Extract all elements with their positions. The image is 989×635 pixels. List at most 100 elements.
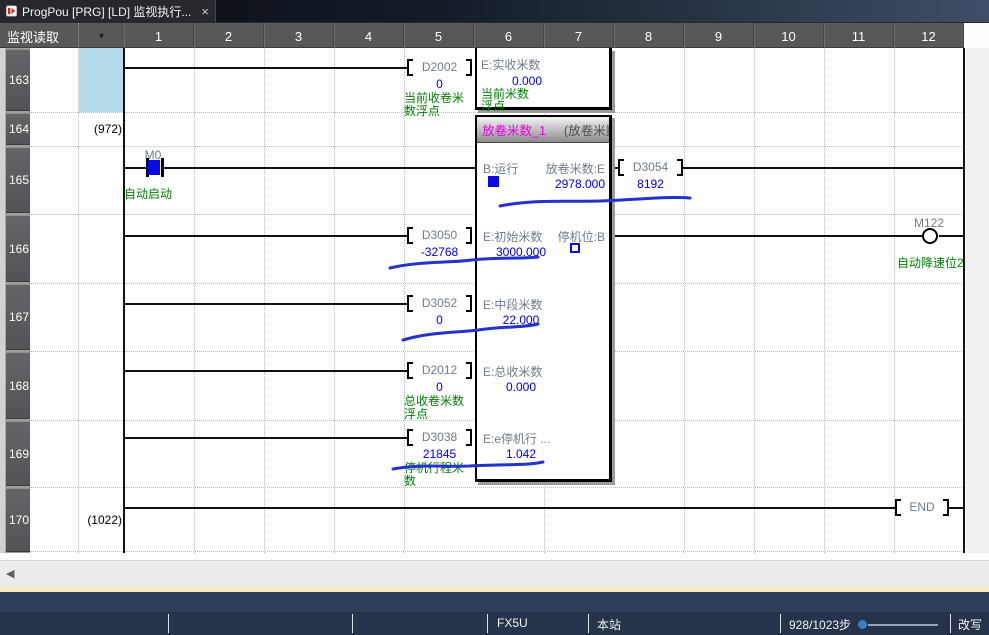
scroll-left-arrow-icon[interactable]: ◀: [6, 567, 14, 580]
status-station: 本站: [597, 616, 621, 633]
grid-column-header: 监视读取 ▾ 1 2 3 4 5 6 7 8 9 10 11 12: [0, 22, 989, 48]
coil-m122[interactable]: [922, 228, 938, 244]
grid-line: [334, 48, 335, 553]
grid-line: [194, 48, 195, 553]
fb-output-stopbit-off-state: [570, 243, 580, 253]
tab-bar: ProgPou [PRG] [LD] 监视执行... ×: [0, 0, 989, 22]
rung-line: [681, 167, 964, 169]
status-plc-type: FX5U: [497, 616, 528, 630]
fb-pin-value[interactable]: 0.000: [481, 74, 573, 88]
function-block-title: 放卷米数_1: [482, 120, 546, 139]
col-header-10: 10: [754, 23, 824, 49]
status-zoom-slider-track[interactable]: [868, 624, 938, 626]
device-label: D3054: [624, 160, 677, 175]
editor-bottom-gap: [0, 553, 989, 560]
row-number-167[interactable]: 167: [6, 284, 30, 350]
col-header-11: 11: [824, 23, 894, 49]
fb-output-stopbit: 停机位:B: [505, 230, 605, 244]
device-label: D3052: [413, 296, 466, 311]
coil-d2012[interactable]: D2012: [407, 362, 472, 379]
step-label-1022: (1022): [30, 488, 122, 552]
monitor-value-d3052[interactable]: 0: [407, 313, 472, 327]
grid-line: [30, 487, 964, 488]
fb-output-meters: 放卷米数:E: [505, 162, 605, 176]
coil-d3052[interactable]: D3052: [407, 295, 472, 312]
row-number-164[interactable]: 164: [6, 113, 30, 145]
col-header-8: 8: [614, 23, 684, 49]
status-separator: [487, 614, 488, 633]
plc-editor-window: ProgPou [PRG] [LD] 监视执行... × 监视读取 ▾ 1 2 …: [0, 0, 989, 635]
ladder-editor[interactable]: 163 164 165 166 167 168 169 170 (972) (1…: [0, 48, 989, 553]
monitor-read-label: 监视读取: [0, 23, 78, 49]
monitor-value-d3038[interactable]: 21845: [407, 447, 472, 461]
coil-d3038[interactable]: D3038: [407, 429, 472, 446]
monitor-value-d3050[interactable]: -32768: [407, 245, 472, 259]
device-label: D2002: [413, 60, 466, 75]
function-block-fangjuan[interactable]: 放卷米数_1 (放卷米数 B:运行 放卷米数:E 2978.000 E:初始米数…: [475, 115, 612, 482]
fb-pin-label: E:实收米数: [481, 58, 540, 72]
row-number-169[interactable]: 169: [6, 421, 30, 486]
status-upper-band: [0, 592, 989, 612]
rung-line: [124, 235, 407, 237]
fb-input-stoptravel-value[interactable]: 1.042: [483, 447, 559, 461]
grid-line: [684, 48, 685, 553]
right-power-rail: [963, 48, 965, 553]
monitor-value-d2012[interactable]: 0: [407, 380, 472, 394]
monitor-value-d2002[interactable]: 0: [407, 77, 472, 91]
status-separator: [588, 614, 589, 633]
col-header-12: 12: [894, 23, 964, 49]
contact-m0-on-state: [148, 160, 160, 175]
function-block-previous[interactable]: E:实收米数 0.000 当前米数浮点: [475, 48, 612, 110]
comment-d2012: 总收卷米数浮点: [404, 395, 474, 421]
fb-output-meters-value[interactable]: 2978.000: [505, 177, 605, 191]
rung-line: [124, 167, 146, 169]
contact-m0[interactable]: [161, 158, 164, 177]
device-label: D3050: [413, 228, 466, 243]
col-header-3: 3: [264, 23, 334, 49]
row-number-166[interactable]: 166: [6, 215, 30, 282]
col-header-7: 7: [544, 23, 614, 49]
grid-line: [824, 48, 825, 553]
horizontal-scrollbar[interactable]: ◀: [0, 560, 989, 586]
coil-d2002[interactable]: D2002: [407, 59, 472, 76]
left-power-rail: [123, 48, 125, 553]
function-block-header: 放卷米数_1 (放卷米数: [477, 117, 609, 143]
rung-line: [124, 507, 895, 509]
fb-input-total: E:总收米数: [483, 365, 542, 379]
coil-d3050[interactable]: D3050: [407, 227, 472, 244]
status-step-count: 928/1023步: [789, 616, 851, 633]
row-number-163[interactable]: 163: [6, 49, 30, 111]
status-zoom-slider-knob[interactable]: [858, 620, 867, 629]
row-number-165[interactable]: 165: [6, 147, 30, 213]
end-instruction[interactable]: END: [895, 499, 949, 516]
bracket-right-icon: [466, 362, 472, 379]
chevron-down-icon: ▾: [99, 31, 104, 42]
col-header-9: 9: [684, 23, 754, 49]
fb-input-total-value[interactable]: 0.000: [483, 380, 559, 394]
rung-line: [124, 437, 407, 439]
grid-line: [754, 48, 755, 553]
fb-input-initial-value[interactable]: 3000.000: [483, 245, 559, 259]
comment-d3038: 停机行程米数: [404, 462, 474, 488]
col-header-2: 2: [194, 23, 264, 49]
coil-d3054[interactable]: D3054: [618, 159, 683, 176]
program-file-icon: [6, 4, 17, 18]
monitor-value-d3054[interactable]: 8192: [618, 177, 683, 191]
row-number-170[interactable]: 170: [6, 488, 30, 552]
col-header-1: 1: [124, 23, 194, 49]
row-number-168[interactable]: 168: [6, 352, 30, 419]
selected-cell-highlight: [79, 48, 124, 112]
fb-input-middle-value[interactable]: 22.000: [483, 313, 559, 327]
end-label: END: [901, 500, 943, 515]
grid-line: [264, 48, 265, 553]
bracket-right-icon: [943, 499, 949, 516]
grid-line: [30, 551, 964, 552]
device-label: D3038: [413, 430, 466, 445]
monitor-read-dropdown[interactable]: ▾: [78, 23, 124, 49]
status-separator: [168, 614, 169, 633]
col-header-6: 6: [474, 23, 544, 49]
device-label: D2012: [413, 363, 466, 378]
comment-m122: 自动降速位2: [897, 257, 973, 270]
tab-close-icon[interactable]: ×: [201, 4, 209, 19]
tab-progpou[interactable]: ProgPou [PRG] [LD] 监视执行... ×: [0, 0, 216, 22]
